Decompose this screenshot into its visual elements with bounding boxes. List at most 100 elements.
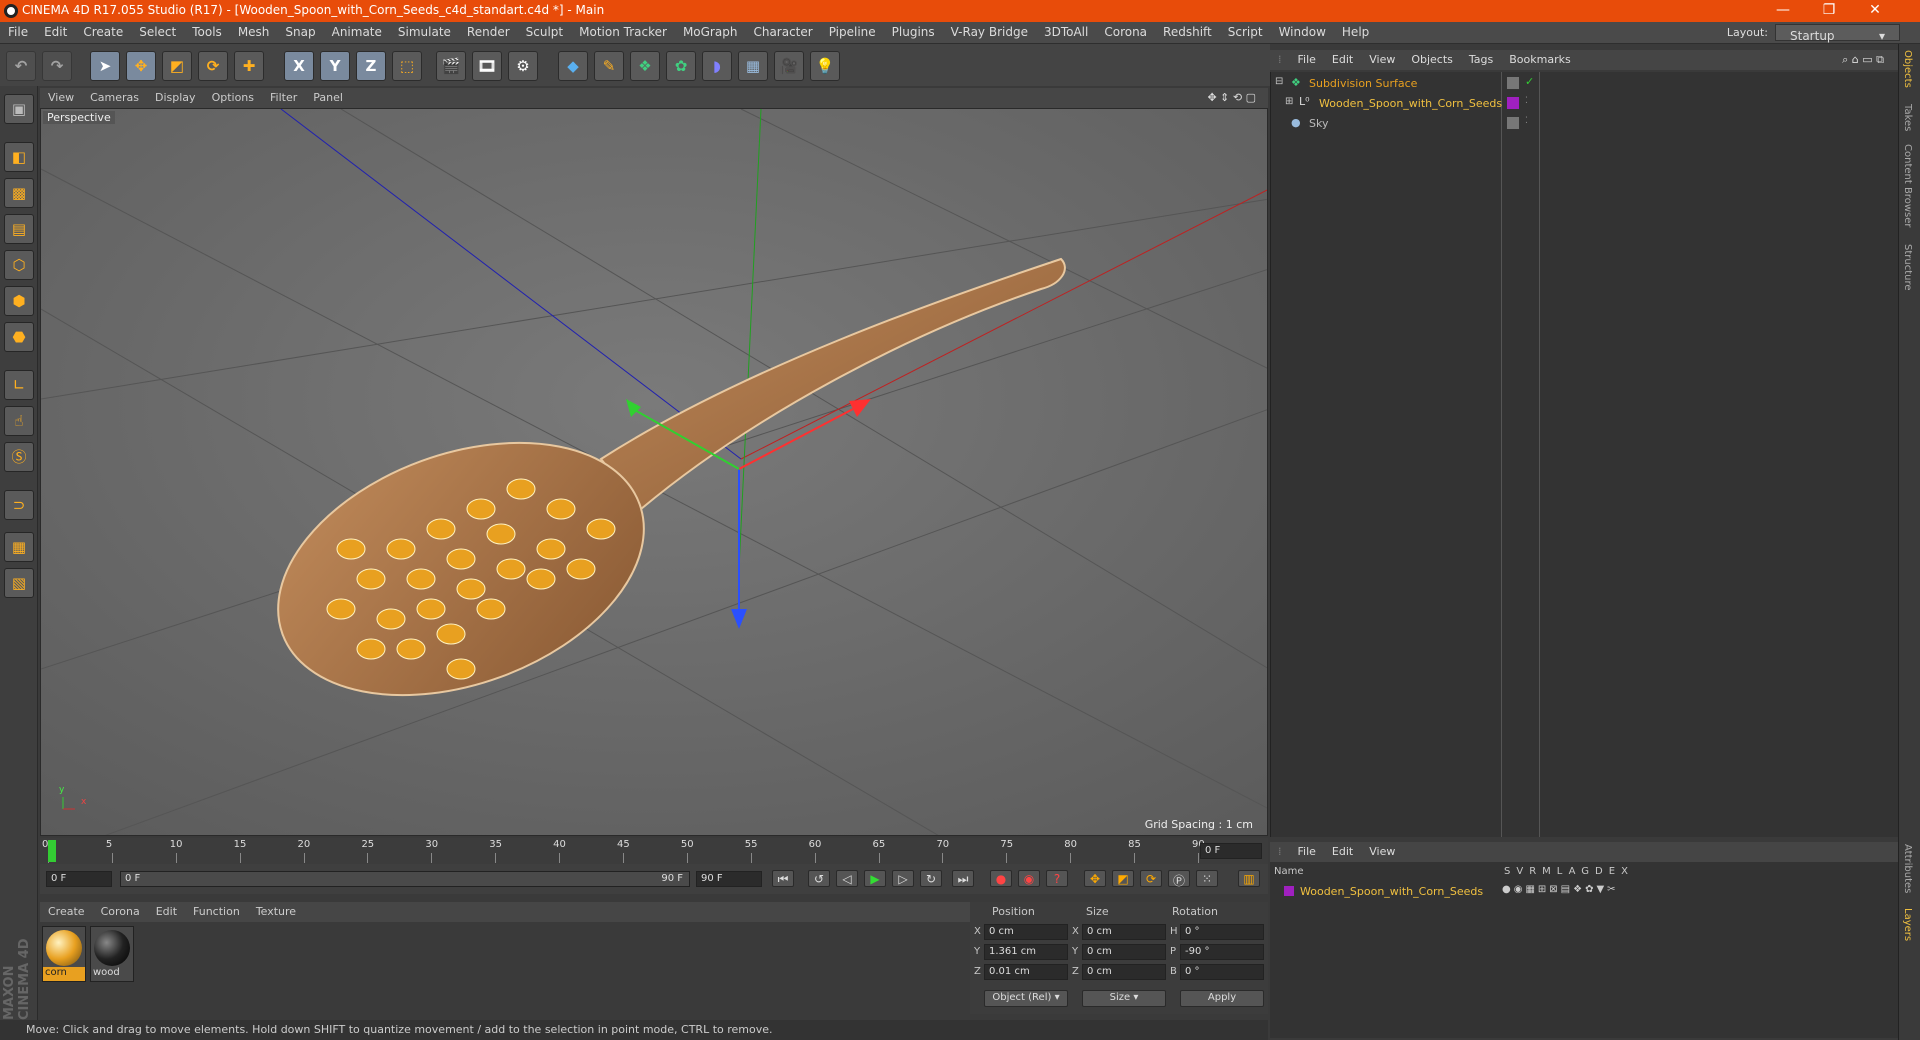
go-to-end-icon[interactable]: ⏭ [952,870,974,887]
last-tool-icon[interactable]: ✚ [234,51,264,81]
restore-button[interactable]: ❐ [1806,2,1852,18]
layers-menu-view[interactable]: View [1361,842,1403,861]
objects-menu-bookmarks[interactable]: Bookmarks [1501,50,1578,69]
tab-attributes[interactable]: Attributes [1902,844,1913,893]
playhead[interactable] [48,840,56,862]
tab-structure[interactable]: Structure [1902,244,1913,291]
current-frame-field[interactable]: 0 F [1200,843,1262,859]
pen-spline-icon[interactable]: ✎ [594,51,624,81]
undo-icon[interactable]: ↶ [6,51,36,81]
points-mode-icon[interactable]: ⬡ [4,250,34,280]
render-view-icon[interactable]: 🎬 [436,51,466,81]
menu-snap[interactable]: Snap [277,22,323,39]
floor-icon[interactable]: ▦ [738,51,768,81]
rotation-p-field[interactable]: -90 ° [1180,944,1264,960]
rotation-h-field[interactable]: 0 ° [1180,924,1264,940]
menu-sculpt[interactable]: Sculpt [518,22,571,39]
redo-icon[interactable]: ↷ [42,51,72,81]
coordinate-system-icon[interactable]: ⬚ [392,51,422,81]
material-menu-function[interactable]: Function [185,902,248,921]
z-axis-lock-button[interactable]: Z [356,51,386,81]
material-corn[interactable]: corn [42,926,86,982]
previous-key-icon[interactable]: ↺ [808,870,830,887]
menu-window[interactable]: Window [1271,22,1334,39]
objects-menu-view[interactable]: View [1361,50,1403,69]
tab-layers[interactable]: Layers [1902,908,1913,941]
size-x-field[interactable]: 0 cm [1082,924,1166,940]
apply-button[interactable]: Apply [1180,990,1264,1007]
visibility-toggle[interactable] [1507,117,1519,129]
viewport-menu-filter[interactable]: Filter [262,88,305,107]
menu-vray-bridge[interactable]: V-Ray Bridge [943,22,1036,39]
layout-select[interactable]: Startup ▾ [1775,24,1900,43]
menu-motion-tracker[interactable]: Motion Tracker [571,22,675,39]
menu-file[interactable]: File [0,22,36,39]
layers-menu-file[interactable]: File [1290,842,1324,861]
render-picture-viewer-icon[interactable]: 🎞 [472,51,502,81]
magnet-icon[interactable]: ⊃ [4,490,34,520]
close-button[interactable]: ✕ [1852,2,1898,18]
layer-flag-icons[interactable]: ●◉▦⊞⊠▤❖✿▼✂ [1502,884,1619,895]
play-icon[interactable]: ▶ [864,870,886,887]
material-menu-corona[interactable]: Corona [93,902,148,921]
position-y-field[interactable]: 1.361 cm [984,944,1068,960]
objects-menu-file[interactable]: File [1290,50,1324,69]
object-row-subdivision-surface[interactable]: ⊟ ❖ Subdivision Surface ✓ [1271,74,1899,94]
material-menu-texture[interactable]: Texture [248,902,304,921]
timeline-ruler[interactable]: 0 5 10 15 20 25 30 35 40 45 50 55 60 65 70 75 80 85 90 0 F [40,838,1268,864]
y-axis-lock-button[interactable]: Y [320,51,350,81]
size-z-field[interactable]: 0 cm [1082,964,1166,980]
viewport-menu-options[interactable]: Options [204,88,262,107]
menu-edit[interactable]: Edit [36,22,75,39]
menu-3dtoall[interactable]: 3DToAll [1036,22,1096,39]
previous-frame-icon[interactable]: ◁ [836,870,858,887]
menu-tools[interactable]: Tools [184,22,230,39]
camera-icon[interactable]: 🎥 [774,51,804,81]
next-frame-icon[interactable]: ▷ [892,870,914,887]
menu-help[interactable]: Help [1334,22,1377,39]
subdivision-icon[interactable]: ❖ [630,51,660,81]
tab-objects[interactable]: Objects [1902,50,1913,88]
menu-mesh[interactable]: Mesh [230,22,278,39]
visibility-toggle[interactable] [1507,77,1519,89]
material-menu-create[interactable]: Create [40,902,93,921]
position-z-field[interactable]: 0.01 cm [984,964,1068,980]
material-menu-edit[interactable]: Edit [148,902,185,921]
viewport-menu-cameras[interactable]: Cameras [82,88,147,107]
menu-redshift[interactable]: Redshift [1155,22,1220,39]
menu-render[interactable]: Render [459,22,518,39]
render-settings-icon[interactable]: ⚙ [508,51,538,81]
viewport-menu-panel[interactable]: Panel [305,88,351,107]
3d-viewport[interactable]: Perspective x y Grid Spacing : 1 cm [40,108,1268,836]
autokey-icon[interactable]: ◉ [1018,870,1040,887]
layer-color-swatch[interactable] [1284,886,1294,896]
objects-menu-tags[interactable]: Tags [1461,50,1501,69]
layer-color-tag[interactable] [1507,97,1519,109]
rotate-tool-icon[interactable]: ⟳ [198,51,228,81]
menu-simulate[interactable]: Simulate [390,22,459,39]
key-parameter-icon[interactable]: Ⓟ [1168,870,1190,888]
edges-mode-icon[interactable]: ⬢ [4,286,34,316]
layers-menu-edit[interactable]: Edit [1324,842,1361,861]
size-y-field[interactable]: 0 cm [1082,944,1166,960]
key-scale-icon[interactable]: ◩ [1112,870,1134,887]
cube-icon[interactable]: ◆ [558,51,588,81]
model-mode-icon[interactable]: ◧ [4,142,34,172]
workplane-mode-icon[interactable]: ▤ [4,214,34,244]
move-tool-icon[interactable]: ✥ [126,51,156,81]
locked-workplane-icon[interactable]: ▧ [4,568,34,598]
enabled-check-icon[interactable]: ✓ [1525,75,1534,88]
mograph-cloner-icon[interactable]: ✿ [666,51,696,81]
select-tool-icon[interactable]: ➤ [90,51,120,81]
tab-content-browser[interactable]: Content Browser [1902,144,1913,227]
size-mode-select[interactable]: Size ▾ [1082,990,1166,1007]
coordinate-mode-select[interactable]: Object (Rel) ▾ [984,990,1068,1007]
end-frame-field[interactable]: 90 F [696,871,762,887]
make-editable-icon[interactable]: ▣ [4,94,34,124]
menu-animate[interactable]: Animate [324,22,390,39]
object-row-spoon[interactable]: ⊞ L⁰ Wooden_Spoon_with_Corn_Seeds ⁚ [1271,94,1899,114]
menu-script[interactable]: Script [1220,22,1271,39]
tweak-mode-icon[interactable]: ☝ [4,406,34,436]
key-pla-icon[interactable]: ⁙ [1196,870,1218,887]
tab-takes[interactable]: Takes [1902,104,1913,131]
